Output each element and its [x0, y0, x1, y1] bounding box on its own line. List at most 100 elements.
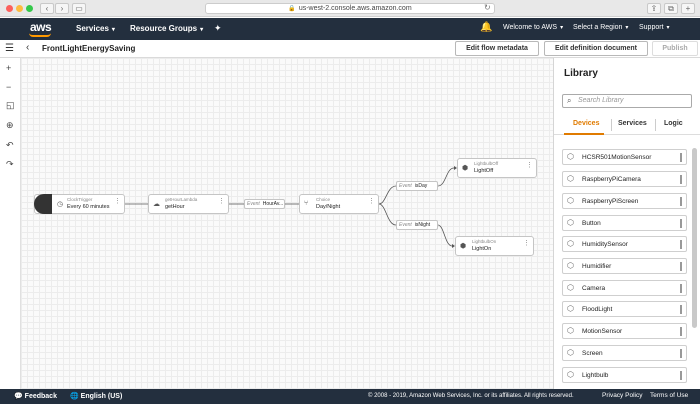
node-label: Day/Night [316, 204, 341, 210]
drag-handle-icon[interactable] [680, 197, 682, 206]
cube-icon: ⬡ [567, 283, 574, 292]
event-tag-day[interactable]: Event isDay [396, 181, 438, 191]
drag-handle-icon[interactable] [680, 305, 682, 314]
event-tag-hour[interactable]: Event HourAv... [244, 199, 285, 209]
library-item-label: HCSR501MotionSensor [582, 154, 652, 161]
services-label: Services [76, 24, 109, 33]
node-label: getHour [165, 204, 185, 210]
menu-icon[interactable]: ☰ [5, 43, 14, 54]
share-icon[interactable]: ⇪ [647, 3, 661, 14]
lambda-node[interactable]: ☁ getHourLambda getHour ⋮ [148, 194, 229, 214]
drag-handle-icon[interactable] [680, 153, 682, 162]
aws-navbar: aws Services ▾ Resource Groups ▾ ✦ 🔔 Welco… [0, 18, 700, 40]
library-item[interactable]: ⬡ Humidifier [562, 258, 687, 274]
browser-forward-icon[interactable]: › [55, 3, 69, 14]
lightbulb-off-node[interactable]: ⬢ LightbulbOff LightOff ⋮ [457, 158, 537, 178]
sidebar-toggle-icon[interactable]: ▭ [72, 3, 86, 14]
clock-trigger-node[interactable]: ◷ ClockTrigger Every 60 minutes ⋮ [34, 194, 125, 214]
resource-groups-menu[interactable]: Resource Groups ▾ [130, 24, 203, 33]
reload-icon[interactable]: ↻ [484, 3, 491, 12]
event-key: Event [399, 183, 412, 189]
aws-logo[interactable]: aws [30, 20, 52, 34]
scrollbar-thumb[interactable] [692, 148, 697, 328]
library-item[interactable]: ⬡ Camera [562, 280, 687, 296]
account-menu[interactable]: Welcome to AWS ▾ [503, 24, 563, 31]
node-type: Choice [316, 197, 331, 202]
library-item[interactable]: ⬡ RaspberryPiScreen [562, 193, 687, 209]
welcome-label: Welcome to AWS [503, 24, 558, 31]
bell-icon[interactable]: 🔔 [480, 22, 492, 33]
services-menu[interactable]: Services ▾ [76, 24, 115, 33]
edge-choice-night [378, 203, 397, 226]
tab-services[interactable]: Services [618, 120, 647, 127]
terms-of-use-link[interactable]: Terms of Use [650, 392, 688, 399]
flow-header: ☰ ‹ FrontLightEnergySaving Edit flow met… [0, 40, 700, 58]
drag-handle-icon[interactable] [680, 371, 682, 380]
node-menu-icon[interactable]: ⋮ [523, 240, 530, 247]
fit-to-screen-icon[interactable]: ◱ [6, 100, 15, 111]
edit-definition-document-button[interactable]: Edit definition document [544, 41, 648, 56]
node-menu-icon[interactable]: ⋮ [368, 198, 375, 205]
library-item[interactable]: ⬡ Lightbulb [562, 367, 687, 383]
drag-handle-icon[interactable] [680, 284, 682, 293]
close-window-icon[interactable] [6, 5, 13, 12]
tab-logic[interactable]: Logic [664, 120, 683, 127]
undo-icon[interactable]: ↶ [6, 140, 14, 151]
event-key: Event [399, 222, 412, 228]
branch-icon: ⑂ [304, 200, 309, 207]
library-item[interactable]: ⬡ FloodLight [562, 301, 687, 317]
library-item[interactable]: ⬡ Button [562, 215, 687, 231]
browser-back-icon[interactable]: ‹ [40, 3, 54, 14]
new-tab-icon[interactable]: + [681, 3, 695, 14]
cube-icon: ⬢ [460, 243, 467, 250]
active-tab-indicator [564, 133, 604, 135]
drag-handle-icon[interactable] [680, 262, 682, 271]
pin-icon[interactable]: ✦ [214, 23, 222, 34]
node-menu-icon[interactable]: ⋮ [114, 198, 121, 205]
node-type: ClockTrigger [67, 197, 93, 202]
cube-icon: ⬡ [567, 326, 574, 335]
edit-flow-metadata-button[interactable]: Edit flow metadata [455, 41, 539, 56]
drag-handle-icon[interactable] [680, 327, 682, 336]
drag-handle-icon[interactable] [680, 240, 682, 249]
privacy-policy-link[interactable]: Privacy Policy [602, 392, 642, 399]
cube-icon: ⬡ [567, 348, 574, 357]
drag-handle-icon[interactable] [680, 175, 682, 184]
address-bar[interactable]: 🔒 us-west-2.console.aws.amazon.com [205, 3, 495, 14]
event-key: Event [247, 201, 260, 207]
library-item-label: RaspberryPiCamera [582, 176, 641, 183]
lightbulb-on-node[interactable]: ⬢ LightbulbOn LightOn ⋮ [455, 236, 534, 256]
zoom-in-icon[interactable]: + [6, 63, 11, 73]
back-arrow-icon[interactable]: ‹ [26, 42, 29, 53]
center-icon[interactable]: ⊕ [6, 120, 14, 131]
library-item[interactable]: ⬡ HumiditySensor [562, 236, 687, 252]
library-item[interactable]: ⬡ MotionSensor [562, 323, 687, 339]
flow-canvas[interactable]: ◷ ClockTrigger Every 60 minutes ⋮ ☁ getH… [21, 58, 553, 389]
library-item[interactable]: ⬡ Screen [562, 345, 687, 361]
feedback-link[interactable]: 💬 Feedback [14, 392, 57, 400]
region-menu[interactable]: Select a Region ▾ [573, 24, 628, 31]
drag-handle-icon[interactable] [680, 219, 682, 228]
zoom-window-icon[interactable] [26, 5, 33, 12]
minimize-window-icon[interactable] [16, 5, 23, 12]
drag-handle-icon[interactable] [680, 349, 682, 358]
chevron-down-icon: ▾ [560, 25, 564, 31]
redo-icon[interactable]: ↷ [6, 159, 14, 170]
library-item-label: Camera [582, 285, 606, 292]
zoom-out-icon[interactable]: − [6, 82, 11, 92]
choice-node[interactable]: ⑂ Choice Day/Night ⋮ [299, 194, 379, 214]
tab-devices[interactable]: Devices [573, 120, 599, 127]
support-menu[interactable]: Support ▾ [639, 24, 670, 31]
library-scrollbar[interactable] [692, 138, 697, 388]
publish-button[interactable]: Publish [652, 41, 698, 56]
library-item[interactable]: ⬡ HCSR501MotionSensor [562, 149, 687, 165]
library-item-label: Screen [582, 350, 603, 357]
library-search-input[interactable]: ⌕ Search Library [562, 94, 692, 108]
node-menu-icon[interactable]: ⋮ [526, 162, 533, 169]
library-item[interactable]: ⬡ RaspberryPiCamera [562, 171, 687, 187]
tabs-icon[interactable]: ⧉ [664, 3, 678, 14]
region-label: Select a Region [573, 24, 623, 31]
event-tag-night[interactable]: Event isNight [396, 220, 438, 230]
node-menu-icon[interactable]: ⋮ [218, 198, 225, 205]
language-selector[interactable]: 🌐 English (US) [70, 392, 122, 400]
